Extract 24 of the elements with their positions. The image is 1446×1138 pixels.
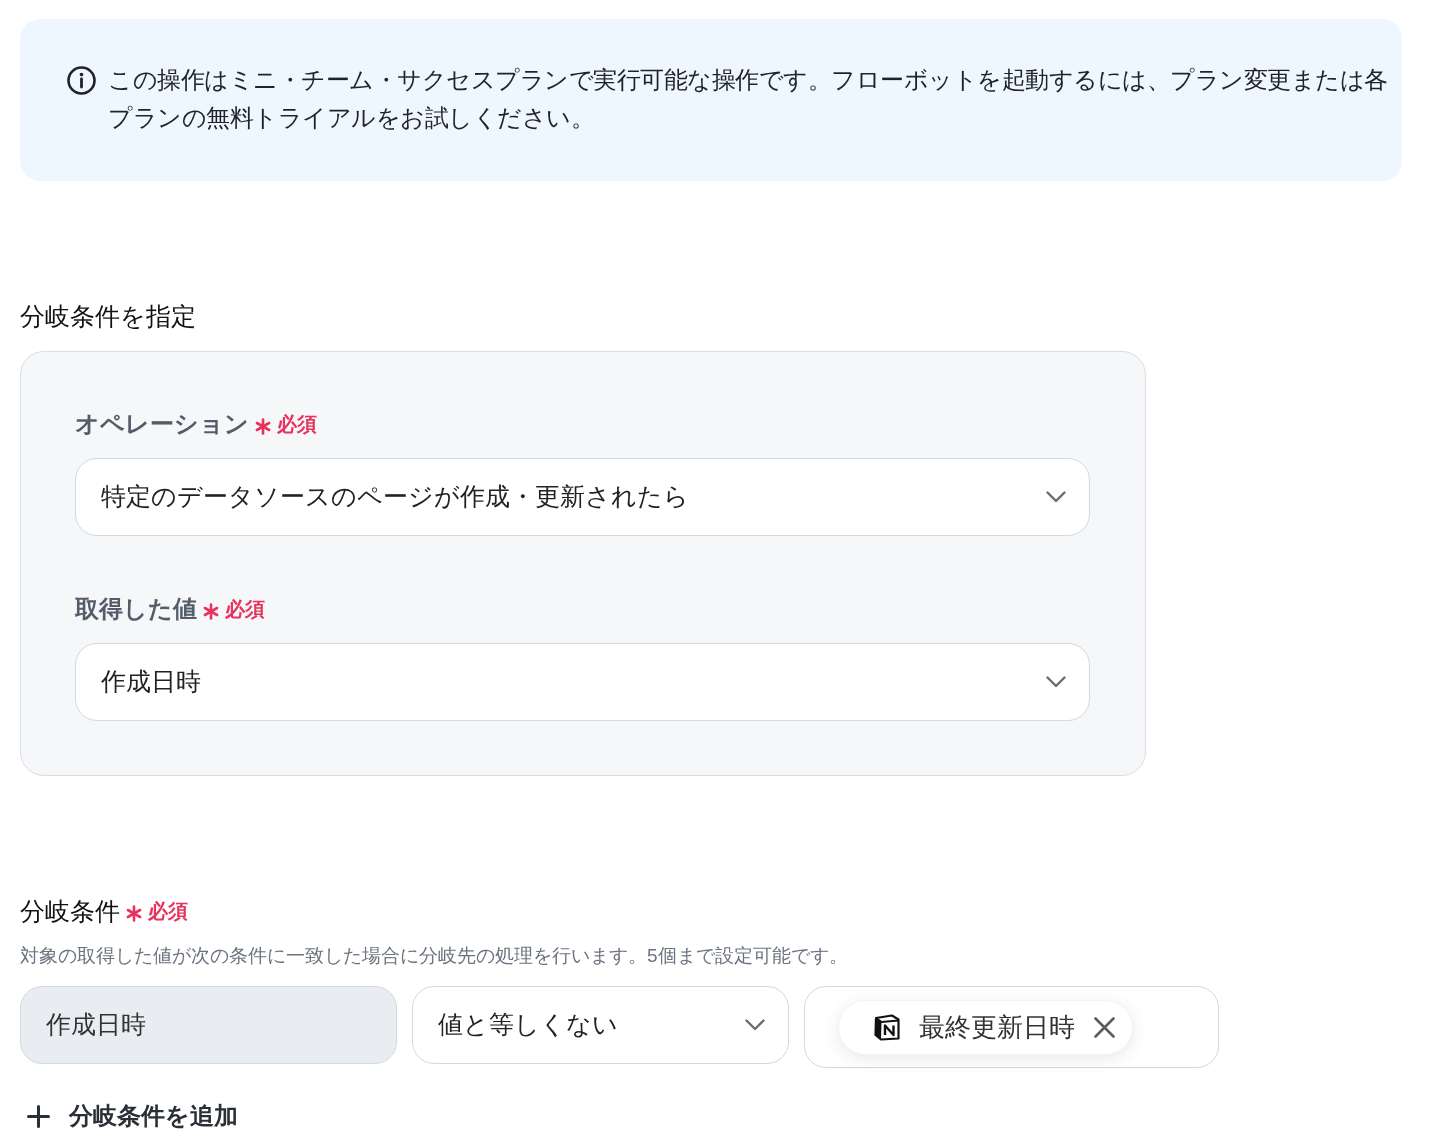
required-label: 必須	[277, 412, 317, 437]
n-cube-icon	[873, 1013, 901, 1041]
description-text: 対象の取得した値が次の条件に一致した場合に分岐先の処理を行います。5個まで設定可能です。	[20, 944, 848, 968]
value-chip[interactable]: 最終更新日時	[838, 999, 1133, 1055]
notice-text: この操作はミニ・チーム・サクセスプランで実行可能な操作です。フローボットを起動するには、プラン変更または各プランの無料トライアルをお試しください。	[108, 65, 1389, 133]
field-label: 取得した値	[75, 594, 197, 624]
required-label: 必須	[225, 597, 265, 622]
info-icon	[67, 66, 96, 95]
plus-icon	[27, 1104, 50, 1128]
section-heading: 分岐条件	[20, 896, 120, 927]
operator-select[interactable]: 値と等しくない	[412, 986, 789, 1064]
section-heading: 分岐条件を指定	[20, 301, 196, 332]
close-icon[interactable]	[1094, 1016, 1115, 1038]
chip-label: 最終更新日時	[919, 1011, 1075, 1044]
field-label: オペレーション	[75, 409, 249, 439]
chevron-down-icon	[1046, 491, 1066, 503]
value-field[interactable]: 最終更新日時	[804, 986, 1219, 1068]
required-label: 必須	[148, 899, 188, 924]
dropdown-select[interactable]: 特定のデータソースのページが作成・更新されたら	[75, 458, 1090, 536]
dropdown-select[interactable]: 作成日時	[75, 643, 1090, 721]
add-condition-button[interactable]: 分岐条件を追加	[20, 1100, 238, 1132]
chevron-down-icon	[745, 1019, 765, 1031]
chevron-down-icon	[1046, 676, 1066, 688]
subject-field: 作成日時	[20, 986, 397, 1064]
